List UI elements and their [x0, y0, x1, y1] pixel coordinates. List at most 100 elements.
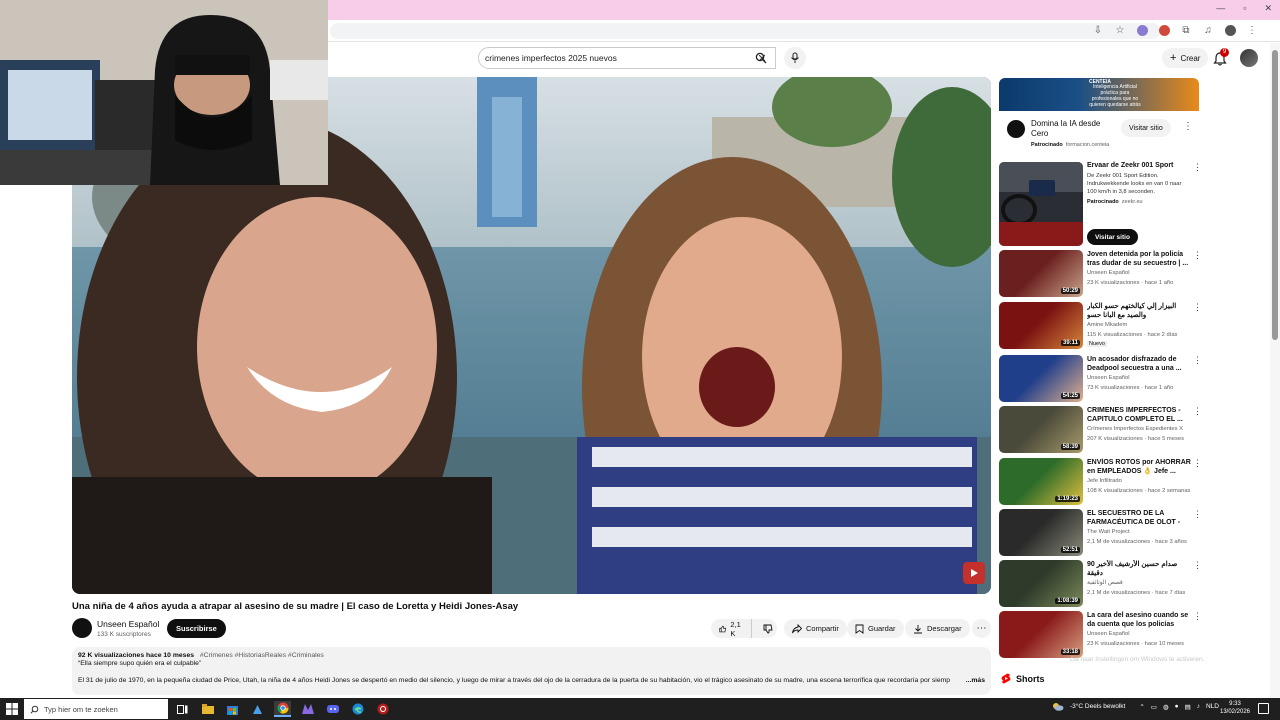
recommendation-thumbnail[interactable]: 58:39: [999, 406, 1083, 453]
show-more-link[interactable]: ...más: [962, 677, 985, 684]
video-duration: 39:11: [1060, 340, 1080, 346]
install-app-icon[interactable]: ⇩: [1092, 24, 1104, 36]
visit-site-button[interactable]: Visitar sitio: [1121, 119, 1171, 137]
recommendation-item[interactable]: 52:51 EL SECUESTRO DE LA FARMACÉUTICA DE …: [999, 509, 1209, 559]
extension-icon-2[interactable]: [1158, 24, 1170, 36]
address-bar[interactable]: [330, 23, 1160, 39]
video-duration: 50:29: [1060, 288, 1080, 294]
taskbar-search-box[interactable]: Typ hier om te zoeken: [24, 699, 168, 719]
page-scrollbar-thumb[interactable]: [1272, 50, 1278, 340]
discord-icon[interactable]: [324, 701, 341, 717]
recommendation-menu-icon[interactable]: ⋮: [1193, 509, 1202, 520]
recommendation-item[interactable]: 1:08:39 صدام حسين الأرشيف الأخير 90 دقيقة…: [999, 560, 1209, 610]
edge-icon[interactable]: [349, 701, 366, 717]
subscribe-button[interactable]: Suscribirse: [167, 619, 226, 638]
taskbar-clock[interactable]: 9:33 13/02/2026: [1218, 700, 1252, 716]
recommendation-title: صدام حسين الأرشيف الأخير 90 دقيقة: [1087, 561, 1178, 577]
recommendation-thumbnail[interactable]: 52:51: [999, 509, 1083, 556]
sponsored-item[interactable]: Ervaar de Zeekr 001 Sport De Zeekr 001 S…: [999, 162, 1209, 246]
like-count: 2,1 K: [730, 619, 741, 638]
browser-menu-icon[interactable]: ⋮: [1246, 24, 1258, 36]
hashtags[interactable]: #Crimenes #HistoriasReales #Criminales: [200, 652, 324, 659]
recommendation-title: La cara del asesino cuando se da cuenta …: [1087, 612, 1189, 628]
recommendation-stats: 108 K visualizaciones · hace 2 semanas: [1087, 488, 1191, 494]
weather-text[interactable]: -3°C Deels bewolkt: [1070, 703, 1125, 710]
app-icon-blue[interactable]: [249, 701, 266, 717]
task-view-icon[interactable]: [174, 701, 191, 717]
recommendation-channel: Jefe Infiltrado: [1087, 478, 1122, 484]
ad-sponsored-label: Patrocinado formacion.centeia: [1031, 142, 1109, 148]
recommendation-menu-icon[interactable]: ⋮: [1193, 250, 1202, 261]
recording-app-icon[interactable]: [374, 701, 391, 717]
extension-icon-1[interactable]: [1136, 24, 1148, 36]
chrome-icon[interactable]: [274, 701, 291, 717]
tray-chevron-icon[interactable]: ⌃: [1139, 703, 1144, 711]
file-explorer-icon[interactable]: [199, 701, 216, 717]
channel-avatar[interactable]: [72, 618, 92, 638]
recommendation-menu-icon[interactable]: ⋮: [1193, 302, 1202, 313]
network-icon[interactable]: ▤: [1185, 703, 1191, 711]
save-button[interactable]: Guardar: [847, 619, 904, 638]
clock-date: 13/02/2026: [1219, 709, 1251, 715]
ad-banner-image[interactable]: CENTEIA Inteligencia Artificial práctica…: [999, 78, 1199, 111]
recommendation-thumbnail[interactable]: 54:25: [999, 355, 1083, 402]
close-window-icon[interactable]: ✕: [1264, 3, 1272, 14]
bookmark-star-icon[interactable]: ☆: [1114, 24, 1126, 36]
sponsored-thumbnail[interactable]: [999, 162, 1083, 246]
channel-name[interactable]: Unseen Español: [97, 619, 159, 629]
create-button[interactable]: + Crear: [1162, 48, 1209, 68]
extensions-puzzle-icon[interactable]: ⧉: [1180, 24, 1192, 36]
recommendation-item[interactable]: 33:18 La cara del asesino cuando se da cu…: [999, 611, 1209, 661]
download-button[interactable]: Descargar: [905, 619, 970, 638]
taskbar-search-icon: [30, 705, 39, 714]
more-actions-icon[interactable]: ⋯: [972, 619, 991, 638]
recommendation-thumbnail[interactable]: 33:18: [999, 611, 1083, 658]
maximize-icon[interactable]: ▫: [1243, 3, 1246, 14]
search-button[interactable]: [746, 47, 776, 69]
recommendation-thumbnail[interactable]: 50:29: [999, 250, 1083, 297]
recommendation-channel: قصص الوثائقية: [1087, 580, 1123, 586]
search-input[interactable]: [485, 53, 755, 63]
media-icon[interactable]: ♫: [1202, 24, 1214, 36]
recommendation-menu-icon[interactable]: ⋮: [1193, 560, 1202, 571]
tray-app-icon-3[interactable]: ●: [1175, 703, 1179, 710]
volume-icon[interactable]: ♪: [1197, 703, 1200, 710]
sponsored-title: Ervaar de Zeekr 001 Sport: [1087, 162, 1174, 169]
dislike-button[interactable]: [756, 619, 780, 638]
account-avatar[interactable]: [1240, 49, 1258, 67]
recommendation-item[interactable]: 50:29 Joven detenida por la policía tras …: [999, 250, 1209, 300]
tray-app-icon-2[interactable]: ◍: [1163, 703, 1169, 711]
recommendation-menu-icon[interactable]: ⋮: [1193, 355, 1202, 366]
recommendation-thumbnail[interactable]: 39:11: [999, 302, 1083, 349]
sponsored-menu-icon[interactable]: ⋮: [1193, 162, 1202, 173]
notification-center-icon[interactable]: [1258, 703, 1269, 714]
voice-search-button[interactable]: [784, 47, 806, 69]
minimize-icon[interactable]: —: [1216, 3, 1225, 14]
recommendation-item[interactable]: 58:39 CRIMENES IMPERFECTOS - CAPITULO COM…: [999, 406, 1209, 456]
recommendation-menu-icon[interactable]: ⋮: [1193, 406, 1202, 417]
recommendation-item[interactable]: 39:11 البيزار إلي كيالختهم حسو الكبار وال…: [999, 302, 1209, 352]
recommendation-channel: Unseen Español: [1087, 375, 1130, 381]
tray-app-icon-1[interactable]: ▭: [1151, 703, 1157, 711]
recommendation-menu-icon[interactable]: ⋮: [1193, 458, 1202, 469]
like-button[interactable]: 2,1 K: [711, 619, 753, 638]
recommendation-thumbnail[interactable]: 1:19:23: [999, 458, 1083, 505]
video-description[interactable]: 92 K visualizaciones hace 10 meses #Crim…: [72, 647, 991, 695]
recommendation-thumbnail[interactable]: 1:08:39: [999, 560, 1083, 607]
media-app-icon[interactable]: [299, 701, 316, 717]
recommendation-menu-icon[interactable]: ⋮: [1193, 611, 1202, 622]
recommendation-item[interactable]: 54:25 Un acosador disfrazado de Deadpool …: [999, 355, 1209, 405]
ad-menu-icon[interactable]: ⋮: [1183, 121, 1193, 132]
visit-site-button[interactable]: Visitar sitio: [1087, 229, 1138, 245]
recommendation-item[interactable]: 1:19:23 ENVÍOS ROTOS por AHORRAR en EMPLE…: [999, 458, 1209, 508]
ad-card[interactable]: Domina la IA desde Cero Patrocinado forma…: [999, 111, 1199, 153]
recommendation-title: Joven detenida por la policía tras dudar…: [1087, 251, 1189, 267]
profile-icon[interactable]: [1224, 24, 1236, 36]
sponsored-domain: zeekr.eu: [1121, 199, 1143, 205]
channel-watermark-icon[interactable]: [963, 562, 985, 584]
new-badge: Nuevo: [1087, 341, 1107, 347]
store-icon[interactable]: [224, 701, 241, 717]
share-button[interactable]: Compartir: [784, 619, 847, 638]
windows-start-icon[interactable]: [6, 703, 18, 715]
recommendation-title: ENVÍOS ROTOS por AHORRAR en EMPLEADOS 👌 …: [1087, 459, 1191, 475]
